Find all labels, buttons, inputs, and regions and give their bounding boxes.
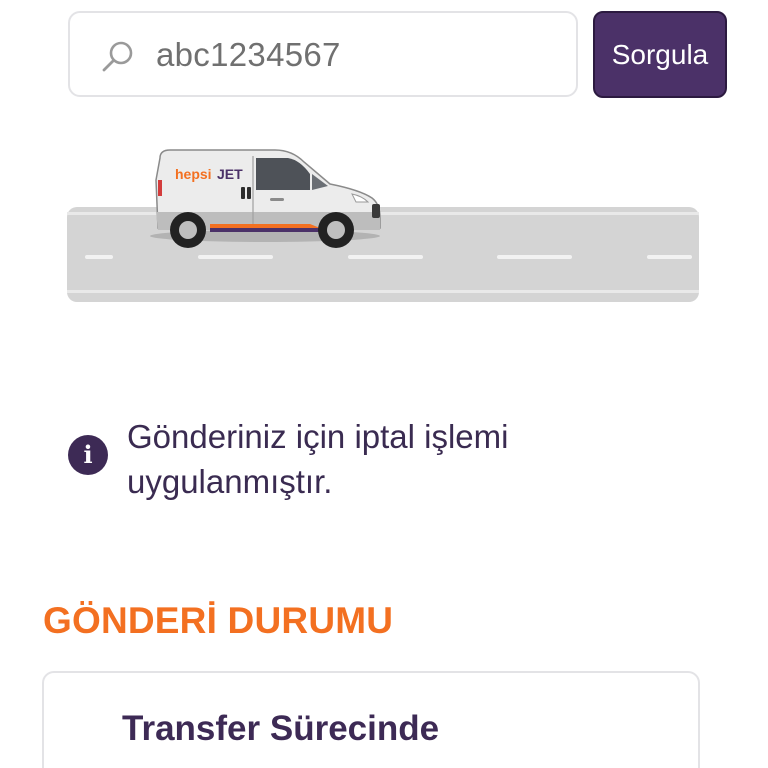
shipment-status-card: Transfer Sürecinde (42, 671, 700, 768)
tracking-search-box[interactable] (68, 11, 578, 97)
cancellation-notice: Gönderiniz için iptal işlemi uygulanmışt… (127, 418, 509, 500)
current-status: Transfer Sürecinde (122, 709, 440, 748)
van-brand-suffix: JET (217, 166, 243, 182)
query-button[interactable]: Sorgula (593, 11, 727, 98)
van-brand-prefix: hepsi (175, 166, 212, 182)
shipment-tracking-page: Sorgula (0, 0, 768, 768)
tracking-number-input[interactable] (156, 31, 556, 79)
shipment-status-heading: GÖNDERİ DURUMU (43, 600, 394, 641)
info-icon: i (68, 435, 108, 475)
delivery-van-illustration: hepsi JET (67, 149, 699, 302)
search-icon (102, 41, 133, 72)
van: hepsi JET (150, 149, 381, 248)
